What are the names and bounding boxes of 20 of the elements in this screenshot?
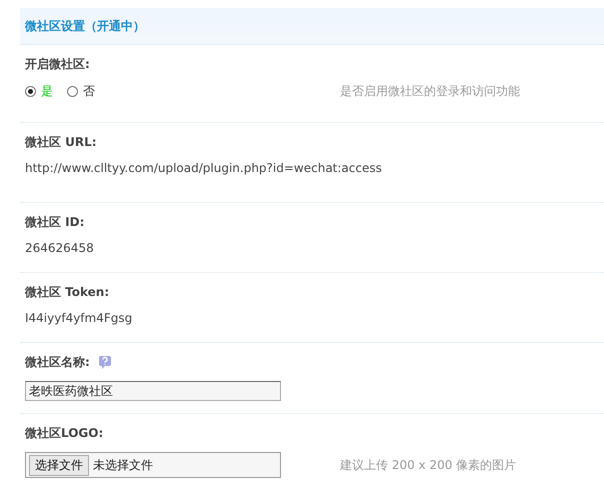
section-title: 微社区设置（开通中） [25,18,145,34]
radio-button[interactable] [25,86,36,97]
file-status: 未选择文件 [93,456,153,474]
file-input-field[interactable]: 选择文件 未选择文件 [25,452,281,478]
field-label: 微社区 ID: [25,214,84,230]
hint-text: 是否启用微社区的登录和访问功能 [340,83,520,100]
radio-label[interactable]: 否 [83,83,95,100]
field-label: 微社区 URL: [25,134,97,150]
field-label: 微社区 Token: [25,284,110,300]
name-input-field[interactable]: 老昳医药微社区 [25,381,281,401]
field-value: 264626458 [25,241,94,255]
field-label: 微社区LOGO: [25,424,104,442]
help-icon[interactable] [98,354,112,370]
choose-file-button[interactable]: 选择文件 [29,454,89,476]
field-label: 开启微社区: [25,56,90,72]
field-value: http://www.clltyy.com/upload/plugin.php?id=wechat:access [25,161,382,175]
hint-text: 建议上传 200 x 200 像素的图片 [340,456,516,474]
radio-button[interactable] [67,86,78,97]
field-value: I44iyyf4yfm4Fgsg [25,311,132,325]
field-label: 微社区名称: [25,354,90,370]
